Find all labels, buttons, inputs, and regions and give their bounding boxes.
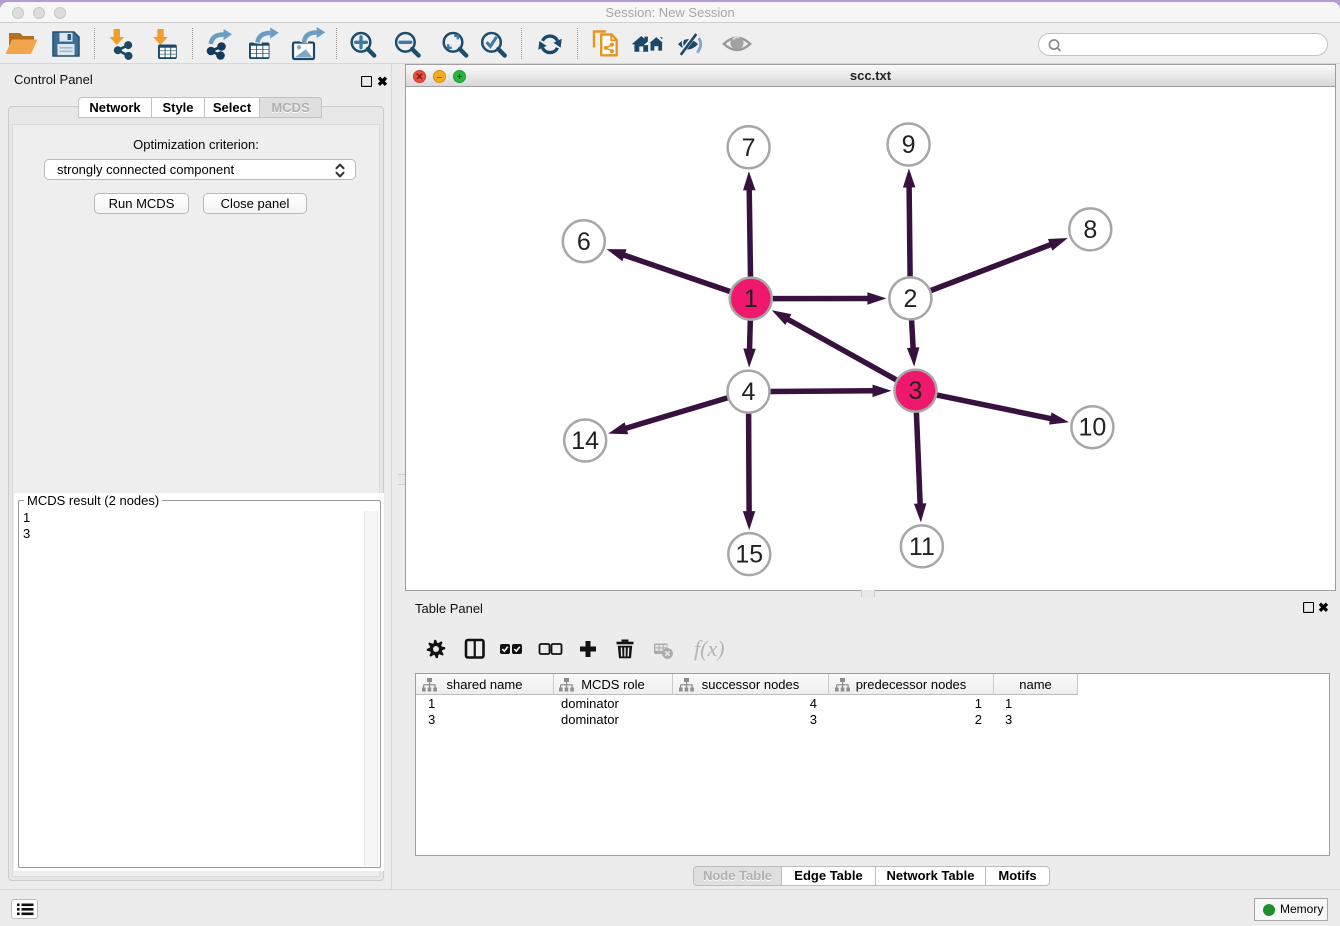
- svg-text:15: 15: [735, 541, 763, 569]
- svg-text:11: 11: [909, 533, 935, 561]
- svg-text:8: 8: [1083, 216, 1097, 244]
- svg-text:6: 6: [577, 228, 591, 256]
- svg-text:14: 14: [571, 427, 599, 455]
- svg-text:4: 4: [742, 378, 756, 406]
- svg-text:10: 10: [1078, 414, 1106, 442]
- svg-text:7: 7: [742, 134, 756, 162]
- svg-text:9: 9: [902, 131, 916, 159]
- svg-text:f(x): f(x): [694, 636, 725, 661]
- svg-text:1: 1: [744, 285, 758, 313]
- svg-text:2: 2: [903, 285, 917, 313]
- svg-text:3: 3: [909, 377, 923, 405]
